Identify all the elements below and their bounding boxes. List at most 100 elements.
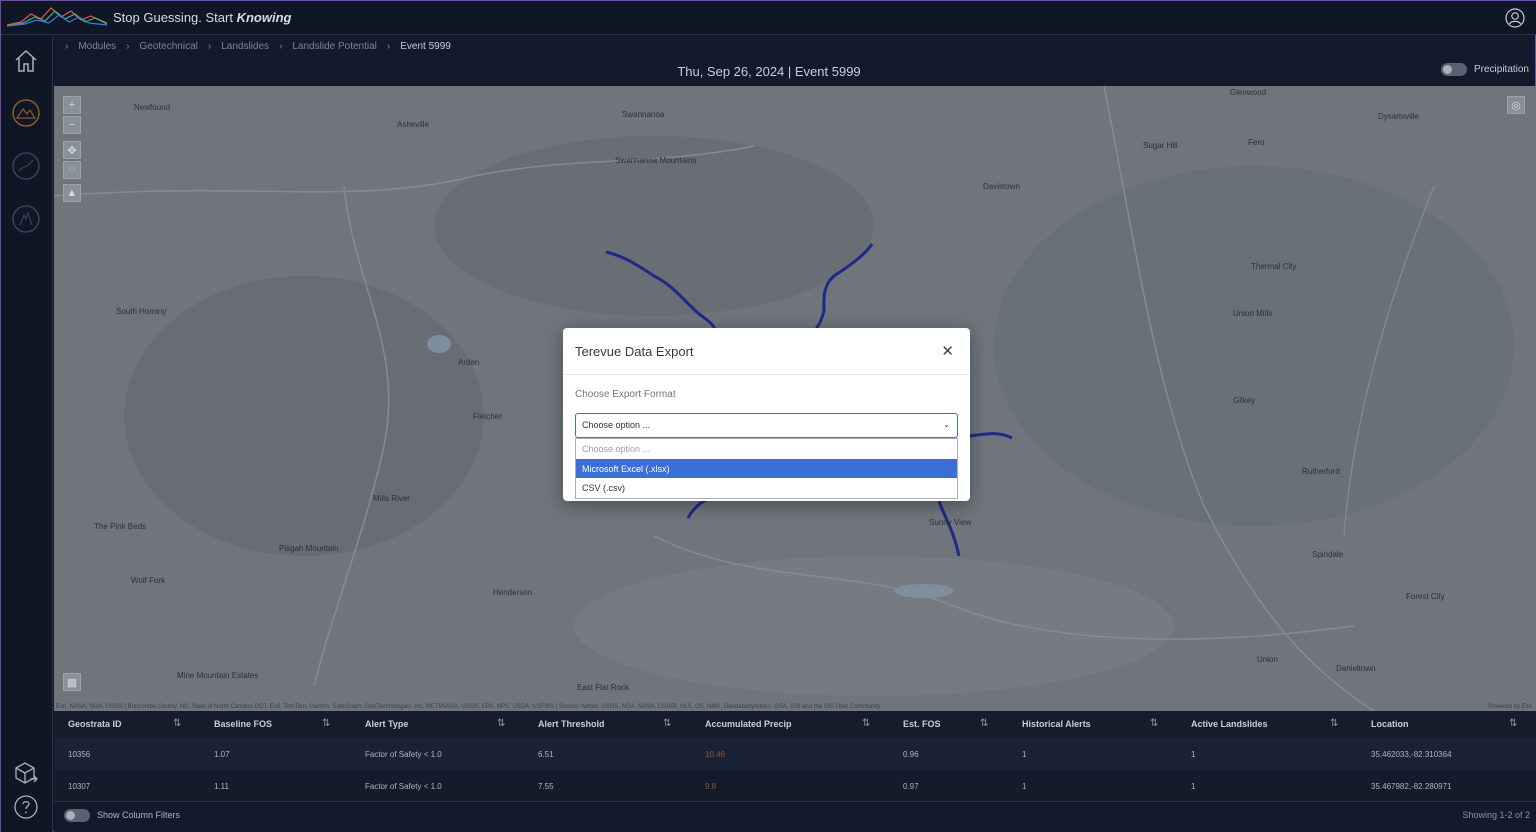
place-label: South Hominy (116, 307, 167, 316)
layers-icon[interactable]: ◎ (1507, 96, 1525, 114)
modal-title: Terevue Data Export (575, 344, 694, 359)
chevron-right-icon: › (207, 41, 212, 52)
place-label: Davistown (983, 182, 1020, 191)
column-header-geostrata-id[interactable]: Geostrata ID (68, 719, 122, 729)
cell-est-fos: 0.97 (903, 782, 919, 791)
wildfire-module-button[interactable] (11, 204, 41, 234)
cell-active-landslides: 1 (1191, 750, 1196, 759)
breadcrumb-geotechnical[interactable]: Geotechnical (140, 41, 198, 52)
column-filters-toggle[interactable] (64, 809, 90, 822)
tagline: Stop Guessing. Start Knowing (113, 10, 291, 25)
column-header-alert-type[interactable]: Alert Type (365, 719, 408, 729)
table-header: Geostrata ID ⇅ Baseline FOS ⇅ Alert Type… (54, 711, 1536, 738)
option-excel[interactable]: Microsoft Excel (.xlsx) (576, 458, 957, 478)
help-button[interactable] (11, 792, 41, 822)
sort-icon[interactable]: ⇅ (497, 718, 505, 729)
sort-icon[interactable]: ⇅ (663, 718, 671, 729)
app-window: Stop Guessing. Start Knowing › Modules ›… (0, 0, 1536, 832)
place-label: Danieltown (1336, 664, 1376, 673)
cell-active-landslides: 1 (1191, 782, 1196, 791)
geotechnical-module-button[interactable] (11, 98, 41, 128)
column-header-baseline-fos[interactable]: Baseline FOS (214, 719, 272, 729)
pagination-count: Showing 1-2 of 2 (1462, 810, 1530, 820)
place-label: Dysartsville (1378, 112, 1419, 121)
place-label: Pisgah Mountain (279, 544, 339, 553)
place-label: Swannanoa Mountains (615, 156, 697, 165)
place-label: Gilkey (1233, 396, 1256, 405)
breadcrumb-landslides[interactable]: Landslides (221, 41, 269, 52)
pan-icon[interactable]: ✥ (63, 141, 81, 159)
powered-by-esri: Powered by Esri (1488, 704, 1532, 710)
tagline-emphasis: Knowing (236, 10, 292, 25)
table-footer: Show Column Filters Showing 1-2 of 2 (54, 801, 1536, 832)
sort-icon[interactable]: ⇅ (1330, 718, 1338, 729)
cell-est-fos: 0.96 (903, 750, 919, 759)
breadcrumb-event: Event 5999 (400, 41, 451, 52)
chevron-right-icon: › (126, 41, 130, 52)
cell-alert-threshold: 6.51 (538, 750, 554, 759)
cell-accumulated-precip: 9.8 (705, 782, 717, 791)
tagline-prefix: Stop Guessing. Start (113, 10, 237, 25)
column-header-accumulated-precip[interactable]: Accumulated Precip (705, 719, 792, 729)
wildfire-module-icon (12, 205, 40, 233)
cell-baseline-fos: 1.07 (214, 750, 230, 759)
column-header-historical-alerts[interactable]: Historical Alerts (1022, 719, 1091, 729)
place-label: Asheville (397, 120, 430, 129)
place-label: Glenwood (1230, 88, 1267, 97)
chevron-right-icon: › (65, 41, 69, 52)
column-header-location[interactable]: Location (1371, 719, 1409, 729)
export-data-button[interactable] (11, 758, 41, 788)
landslide-module-icon (12, 99, 40, 127)
place-label: Newfound (134, 103, 171, 112)
sort-icon[interactable]: ⇅ (173, 718, 181, 729)
hydrology-module-button[interactable] (11, 151, 41, 181)
breadcrumb: › Modules › Geotechnical › Landslides › … (65, 41, 451, 52)
close-icon[interactable]: ✕ (941, 342, 954, 360)
user-account-icon[interactable] (1505, 8, 1525, 28)
cell-location: 35.462033,-82.310364 (1371, 750, 1452, 759)
column-header-alert-threshold[interactable]: Alert Threshold (538, 719, 605, 729)
place-label: East Flat Rock (577, 683, 630, 692)
breadcrumb-landslide-potential[interactable]: Landslide Potential (292, 41, 377, 52)
sort-icon[interactable]: ⇅ (1509, 718, 1517, 729)
column-filters-label: Show Column Filters (97, 810, 181, 820)
locate-icon[interactable]: ◌ (63, 161, 81, 179)
place-label: Fero (1248, 138, 1265, 147)
place-label: Thermal City (1251, 262, 1297, 271)
breadcrumb-modules[interactable]: Modules (78, 41, 116, 52)
place-label: Arden (458, 358, 480, 367)
option-placeholder[interactable]: Choose option ... (576, 439, 957, 459)
column-header-active-landslides[interactable]: Active Landslides (1191, 719, 1268, 729)
cell-baseline-fos: 1.11 (214, 782, 229, 791)
chevron-right-icon: › (279, 41, 283, 52)
place-label: Swannanoa (622, 110, 665, 119)
cell-historical-alerts: 1 (1022, 750, 1027, 759)
column-header-est-fos[interactable]: Est. FOS (903, 719, 941, 729)
zoom-out-button[interactable]: − (63, 116, 81, 134)
precipitation-label: Precipitation (1473, 64, 1529, 75)
option-csv[interactable]: CSV (.csv) (576, 478, 957, 498)
export-box-icon (15, 762, 38, 784)
sort-icon[interactable]: ⇅ (980, 718, 988, 729)
compass-icon[interactable]: ▲ (63, 184, 81, 202)
cell-location: 35.467982,-82.280971 (1371, 782, 1452, 791)
export-format-dropdown: Choose option ... Microsoft Excel (.xlsx… (575, 438, 958, 499)
logo-icon (7, 7, 107, 27)
sort-icon[interactable]: ⇅ (1150, 718, 1158, 729)
help-icon (14, 795, 38, 819)
place-label: Wolf Fork (131, 576, 166, 585)
place-label: The Pink Beds (94, 522, 147, 531)
precipitation-toggle[interactable] (1440, 63, 1467, 76)
map-attribution: Esri, NASA, NGA, USGS | Buncombe County,… (56, 704, 881, 710)
zoom-in-button[interactable]: + (63, 96, 81, 114)
basemap-gallery-icon[interactable]: ▦ (63, 673, 81, 691)
export-format-select[interactable]: Choose option ... ⌄ (575, 413, 958, 438)
modal-divider (563, 374, 970, 375)
place-label: Fletcher (473, 412, 502, 421)
table-row[interactable]: 10356 1.07 Factor of Safety < 1.0 6.51 1… (54, 739, 1536, 770)
place-label: Union (1257, 655, 1278, 664)
table-row[interactable]: 10307 1.11 Factor of Safety < 1.0 7.55 9… (54, 771, 1536, 802)
sort-icon[interactable]: ⇅ (322, 718, 330, 729)
hydrology-module-icon (12, 152, 40, 180)
sort-icon[interactable]: ⇅ (862, 718, 870, 729)
